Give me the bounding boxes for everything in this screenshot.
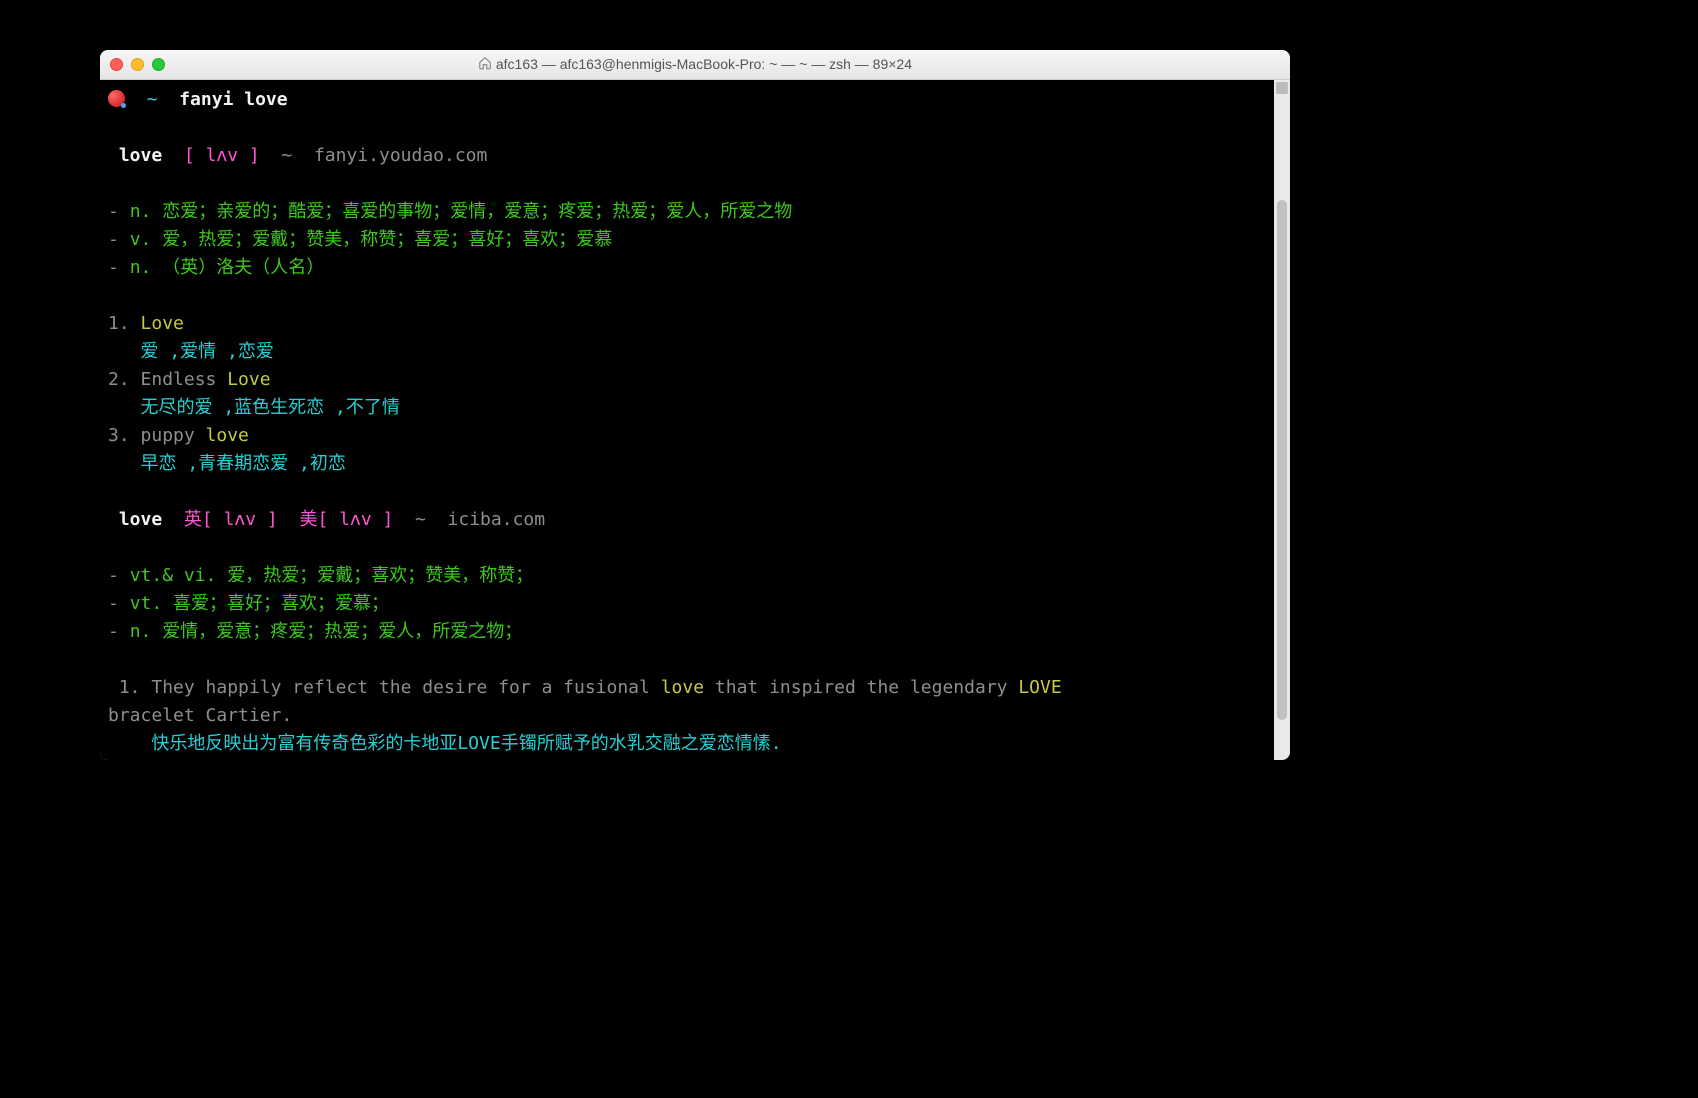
ex-line2: bracelet Cartier. <box>108 705 292 726</box>
terminal-window: afc163 — afc163@henmigis-MacBook-Pro: ~ … <box>100 50 1290 760</box>
def-pos: n. <box>130 201 163 222</box>
us-open: [ <box>317 509 339 530</box>
window-title-text: afc163 — afc163@henmigis-MacBook-Pro: ~ … <box>496 56 912 72</box>
scrollbar-thumb[interactable] <box>1277 200 1287 720</box>
def-dash: - <box>108 257 130 278</box>
uk-ph: lʌv <box>224 509 257 530</box>
window-title: afc163 — afc163@henmigis-MacBook-Pro: ~ … <box>100 56 1290 73</box>
iciba-source: iciba.com <box>448 509 546 530</box>
us-ph: lʌv <box>339 509 372 530</box>
uk-label: 英 <box>184 509 202 530</box>
def-dash: - <box>108 593 130 614</box>
def-text: 爱，热爱；爱戴；喜欢；赞美，称赞； <box>227 565 533 586</box>
phonetic-open: [ <box>184 145 206 166</box>
phrase-num: 1. <box>108 313 141 334</box>
def-dash: - <box>108 565 130 586</box>
terminal-content[interactable]: ~ fanyi love love [ lʌv ] ~ fanyi.youdao… <box>100 80 1274 760</box>
command-text: fanyi love <box>179 89 287 110</box>
titlebar[interactable]: afc163 — afc163@henmigis-MacBook-Pro: ~ … <box>100 50 1290 80</box>
def-pos: vt. <box>130 593 173 614</box>
prompt-tilde: ~ <box>147 89 158 110</box>
us-close: ] <box>372 509 394 530</box>
def-dash: - <box>108 229 130 250</box>
ex-hl2: LOVE <box>1018 677 1061 698</box>
def-dash: - <box>108 621 130 642</box>
scrollbar-top-box[interactable] <box>1276 82 1288 94</box>
phrase-pre: Endless <box>141 369 228 390</box>
zoom-button[interactable] <box>152 58 165 71</box>
home-icon <box>478 56 492 73</box>
minimize-button[interactable] <box>131 58 144 71</box>
def-pos: n. <box>130 621 163 642</box>
terminal-body: ~ fanyi love love [ lʌv ] ~ fanyi.youdao… <box>100 80 1290 760</box>
tilde-sep: ~ <box>393 509 447 530</box>
def-text: 恋爱；亲爱的；酷爱；喜爱的事物；爱情，爱意；疼爱；热爱；爱人，所爱之物 <box>162 201 792 222</box>
iciba-word: love <box>119 509 162 530</box>
phonetic: lʌv <box>206 145 239 166</box>
phrase-hl: Love <box>227 369 270 390</box>
youdao-word: love <box>119 145 162 166</box>
def-dash: - <box>108 201 130 222</box>
def-text: （英）洛夫（人名） <box>162 257 324 278</box>
phrase-num: 2. <box>108 369 141 390</box>
phrase-hl: Love <box>141 313 184 334</box>
def-pos: v. <box>130 229 163 250</box>
phonetic-close: ] <box>238 145 260 166</box>
phrase-trans: 爱 ,爱情 ,恋爱 <box>108 341 274 362</box>
def-text: 喜爱；喜好；喜欢；爱慕； <box>173 593 389 614</box>
uk-close: ] <box>256 509 278 530</box>
ex-seg2: that inspired the legendary <box>704 677 1018 698</box>
prompt-badge-icon <box>108 90 125 107</box>
us-label: 美 <box>299 509 317 530</box>
def-text: 爱，热爱；爱戴；赞美，称赞；喜爱；喜好；喜欢；爱慕 <box>162 229 612 250</box>
youdao-source: fanyi.youdao.com <box>314 145 487 166</box>
phrase-hl: love <box>206 425 249 446</box>
def-pos: vt.& vi. <box>130 565 228 586</box>
traffic-lights <box>100 58 165 71</box>
def-text: 爱情，爱意；疼爱；热爱；爱人，所爱之物； <box>162 621 522 642</box>
ex-num: 1. <box>108 677 151 698</box>
ex-seg1: They happily reflect the desire for a fu… <box>151 677 660 698</box>
phrase-trans: 早恋 ,青春期恋爱 ,初恋 <box>108 453 346 474</box>
def-pos: n. <box>130 257 163 278</box>
close-button[interactable] <box>110 58 123 71</box>
phrase-trans: 无尽的爱 ,蓝色生死恋 ,不了情 <box>108 397 400 418</box>
scrollbar-track[interactable] <box>1274 80 1290 760</box>
phrase-pre: puppy <box>141 425 206 446</box>
ex-hl1: love <box>661 677 704 698</box>
phrase-num: 3. <box>108 425 141 446</box>
ex-trans: 快乐地反映出为富有传奇色彩的卡地亚LOVE手镯所赋予的水乳交融之爱恋情愫. <box>108 733 782 754</box>
tilde-sep: ~ <box>260 145 314 166</box>
uk-open: [ <box>202 509 224 530</box>
